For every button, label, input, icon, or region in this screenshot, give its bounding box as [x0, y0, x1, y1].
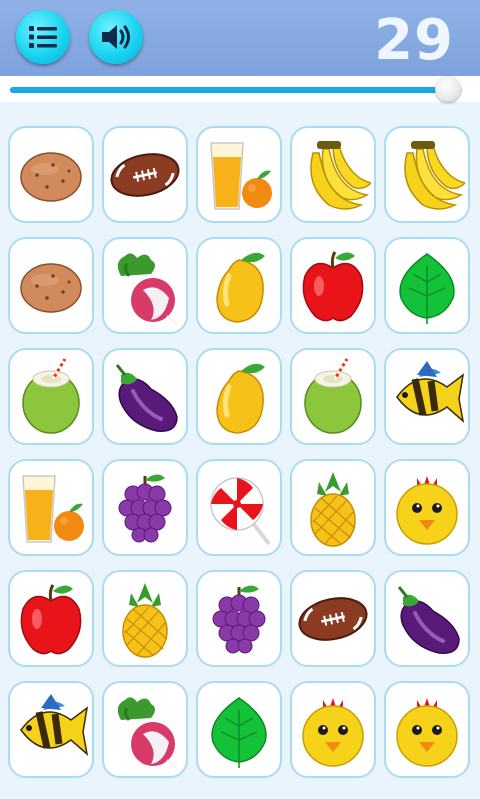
card-eggplant[interactable]: [102, 348, 188, 445]
card-grapes[interactable]: [196, 570, 282, 667]
card-apple[interactable]: [290, 237, 376, 334]
fish-icon: [396, 360, 465, 423]
juice-icon: [22, 474, 84, 543]
card-juice[interactable]: [196, 126, 282, 223]
top-bar: 29: [0, 0, 480, 76]
card-leaf[interactable]: [384, 237, 470, 334]
football-icon: [298, 596, 368, 641]
card-apple[interactable]: [8, 570, 94, 667]
football-icon: [110, 152, 180, 197]
card-football[interactable]: [102, 126, 188, 223]
sound-button[interactable]: [89, 10, 143, 64]
card-fish[interactable]: [384, 348, 470, 445]
progress-fill: [10, 87, 449, 93]
card-coconut[interactable]: [290, 348, 376, 445]
card-pineapple[interactable]: [102, 570, 188, 667]
mango-icon: [216, 363, 265, 434]
card-leaf[interactable]: [196, 681, 282, 778]
coconut-icon: [304, 357, 362, 434]
card-coconut[interactable]: [8, 348, 94, 445]
chick-icon: [396, 475, 458, 545]
potato-icon: [20, 151, 82, 202]
card-fish[interactable]: [8, 681, 94, 778]
juice-icon: [210, 141, 272, 210]
lollipop-icon: [210, 476, 271, 545]
card-mango[interactable]: [196, 237, 282, 334]
progress-track: [10, 87, 462, 93]
card-chick[interactable]: [290, 681, 376, 778]
card-chick[interactable]: [384, 681, 470, 778]
leaf-icon: [399, 252, 455, 324]
coconut-icon: [22, 357, 80, 434]
card-potato[interactable]: [8, 237, 94, 334]
score-counter: 29: [374, 8, 454, 73]
card-radish[interactable]: [102, 237, 188, 334]
card-juice[interactable]: [8, 459, 94, 556]
speaker-icon: [102, 25, 130, 49]
leaf-icon: [211, 696, 267, 768]
fish-icon: [20, 693, 89, 756]
card-football[interactable]: [290, 570, 376, 667]
eggplant-icon: [115, 363, 178, 432]
card-banana[interactable]: [384, 126, 470, 223]
menu-list-icon: [29, 26, 57, 48]
mango-icon: [216, 252, 265, 323]
radish-icon: [117, 696, 178, 769]
chick-icon: [302, 697, 364, 767]
banana-icon: [404, 140, 465, 210]
card-pineapple[interactable]: [290, 459, 376, 556]
card-radish[interactable]: [102, 681, 188, 778]
grapes-icon: [212, 584, 266, 653]
chick-icon: [396, 697, 458, 767]
grapes-icon: [118, 473, 172, 542]
card-potato[interactable]: [8, 126, 94, 223]
radish-icon: [117, 252, 178, 325]
apple-icon: [20, 583, 82, 654]
card-banana[interactable]: [290, 126, 376, 223]
pineapple-icon: [122, 582, 168, 658]
card-chick[interactable]: [384, 459, 470, 556]
card-eggplant[interactable]: [384, 570, 470, 667]
card-mango[interactable]: [196, 348, 282, 445]
menu-button[interactable]: [16, 10, 70, 64]
eggplant-icon: [397, 585, 460, 654]
banana-icon: [310, 140, 371, 210]
pineapple-icon: [310, 471, 356, 547]
apple-icon: [302, 250, 364, 321]
card-lollipop[interactable]: [196, 459, 282, 556]
card-grapes[interactable]: [102, 459, 188, 556]
potato-icon: [20, 262, 82, 313]
